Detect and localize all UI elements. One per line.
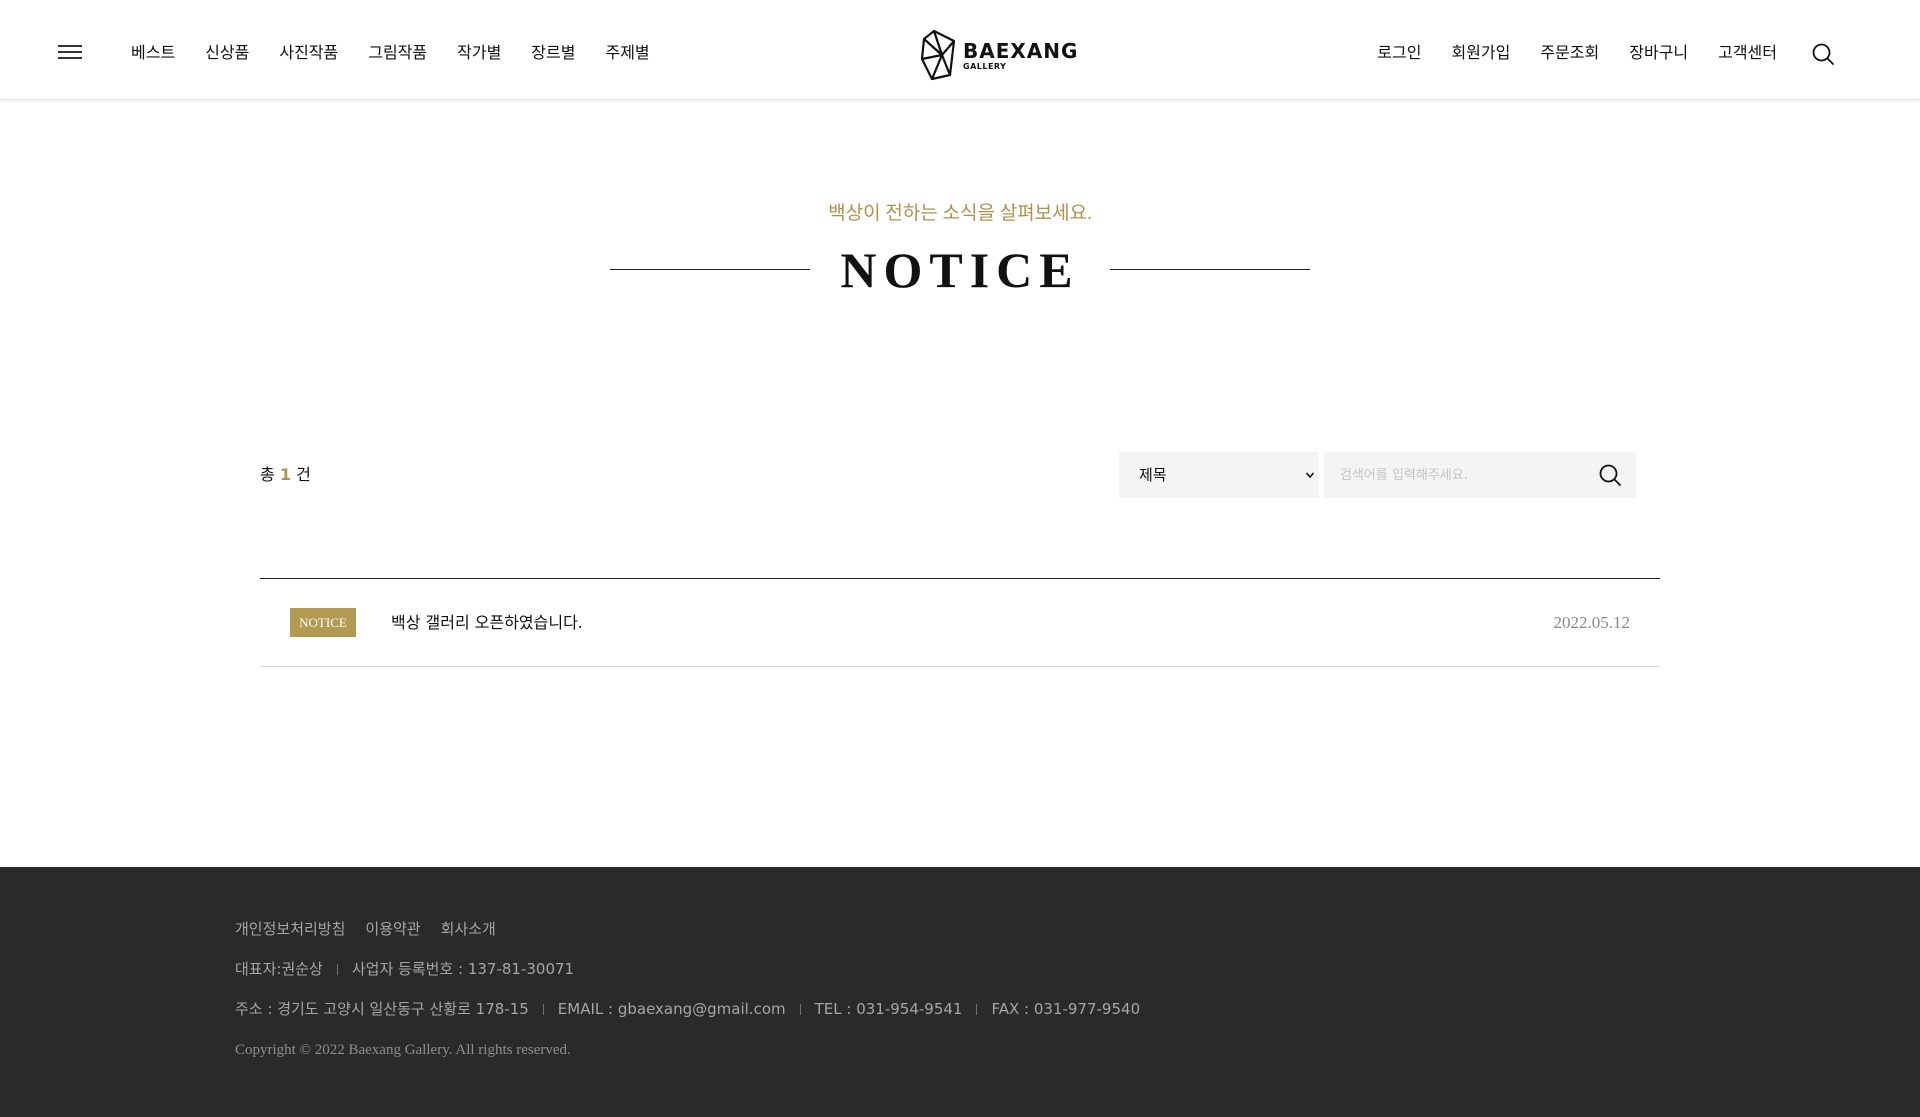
company-info-link[interactable]: 회사소개 bbox=[441, 918, 496, 940]
notice-list: NOTICE 백상 갤러리 오픈하였습니다. 2022.05.12 bbox=[260, 578, 1660, 667]
footer-address: 주소 : 경기도 고양시 일산동구 산황로 178-15 bbox=[235, 1000, 529, 1018]
total-suffix: 건 bbox=[296, 465, 311, 484]
notice-badge: NOTICE bbox=[290, 608, 356, 637]
login-link[interactable]: 로그인 bbox=[1377, 41, 1421, 65]
nav-item-theme[interactable]: 주제별 bbox=[605, 41, 649, 65]
utility-nav: 로그인 회원가입 주문조회 장바구니 고객센터 bbox=[1347, 41, 1777, 65]
nav-item-best[interactable]: 베스트 bbox=[131, 41, 175, 65]
footer-separator bbox=[542, 1003, 544, 1015]
page-subtitle: 백상이 전하는 소식을 살펴보세요. bbox=[828, 203, 1092, 224]
footer-separator bbox=[336, 963, 338, 975]
nav-item-genre[interactable]: 장르별 bbox=[531, 41, 575, 65]
signup-link[interactable]: 회원가입 bbox=[1451, 41, 1510, 65]
logo-mark-icon bbox=[920, 29, 956, 81]
total-count: 총 1 건 bbox=[260, 464, 311, 486]
page-title-row: NOTICE bbox=[0, 240, 1920, 300]
footer-separator bbox=[799, 1003, 801, 1015]
notice-date: 2022.05.12 bbox=[1553, 613, 1631, 632]
notice-row[interactable]: NOTICE 백상 갤러리 오픈하였습니다. 2022.05.12 bbox=[260, 579, 1660, 667]
site-header: 베스트 신상품 사진작품 그림작품 작가별 장르별 주제별 BAEXANG GA… bbox=[0, 0, 1920, 100]
footer-email: EMAIL : gbaexang@gmail.com bbox=[557, 1000, 786, 1018]
footer-links: 개인정보처리방침 이용약관 회사소개 bbox=[235, 918, 516, 940]
search-submit-icon[interactable] bbox=[1598, 463, 1622, 487]
search-box bbox=[1324, 452, 1636, 498]
nav-item-photo[interactable]: 사진작품 bbox=[279, 41, 338, 65]
search-input[interactable] bbox=[1324, 452, 1584, 498]
site-footer: 개인정보처리방침 이용약관 회사소개 대표자:권순상 사업자 등록번호 : 13… bbox=[0, 867, 1920, 1117]
total-count-value: 1 bbox=[279, 465, 291, 484]
footer-separator bbox=[976, 1003, 978, 1015]
title-divider-right bbox=[1110, 269, 1310, 270]
footer-tel: TEL : 031-954-9541 bbox=[814, 1000, 963, 1018]
cart-link[interactable]: 장바구니 bbox=[1629, 41, 1688, 65]
search-icon[interactable] bbox=[1811, 42, 1835, 66]
search-field-select-value: 제목 bbox=[1139, 466, 1167, 484]
main-nav: 베스트 신상품 사진작품 그림작품 작가별 장르별 주제별 bbox=[131, 41, 680, 65]
logo-name: BAEXANG bbox=[963, 38, 1079, 63]
logo-sub: GALLERY bbox=[963, 61, 1007, 71]
terms-link[interactable]: 이용약관 bbox=[365, 918, 420, 940]
menu-icon[interactable] bbox=[58, 45, 82, 59]
customer-center-link[interactable]: 고객센터 bbox=[1718, 41, 1777, 65]
footer-business-info: 대표자:권순상 사업자 등록번호 : 137-81-30071 bbox=[235, 958, 574, 980]
site-logo[interactable]: BAEXANG GALLERY bbox=[920, 29, 1078, 81]
footer-contact-info: 주소 : 경기도 고양시 일산동구 산황로 178-15 EMAIL : gba… bbox=[235, 998, 1140, 1020]
privacy-policy-link[interactable]: 개인정보처리방침 bbox=[235, 918, 345, 940]
footer-ceo: 대표자:권순상 bbox=[235, 960, 323, 978]
chevron-down-icon bbox=[1305, 472, 1315, 479]
total-prefix: 총 bbox=[260, 465, 275, 484]
nav-item-painting[interactable]: 그림작품 bbox=[368, 41, 427, 65]
nav-item-artist[interactable]: 작가별 bbox=[457, 41, 501, 65]
footer-copyright: Copyright © 2022 Baexang Gallery. All ri… bbox=[235, 1042, 571, 1058]
nav-item-new[interactable]: 신상품 bbox=[205, 41, 249, 65]
page-title: NOTICE bbox=[840, 242, 1080, 298]
order-lookup-link[interactable]: 주문조회 bbox=[1540, 41, 1599, 65]
footer-fax: FAX : 031-977-9540 bbox=[991, 1000, 1141, 1018]
notice-title[interactable]: 백상 갤러리 오픈하였습니다. bbox=[391, 611, 583, 635]
footer-business-number: 사업자 등록번호 : 137-81-30071 bbox=[351, 960, 575, 978]
search-field-select[interactable]: 제목 bbox=[1119, 452, 1319, 498]
